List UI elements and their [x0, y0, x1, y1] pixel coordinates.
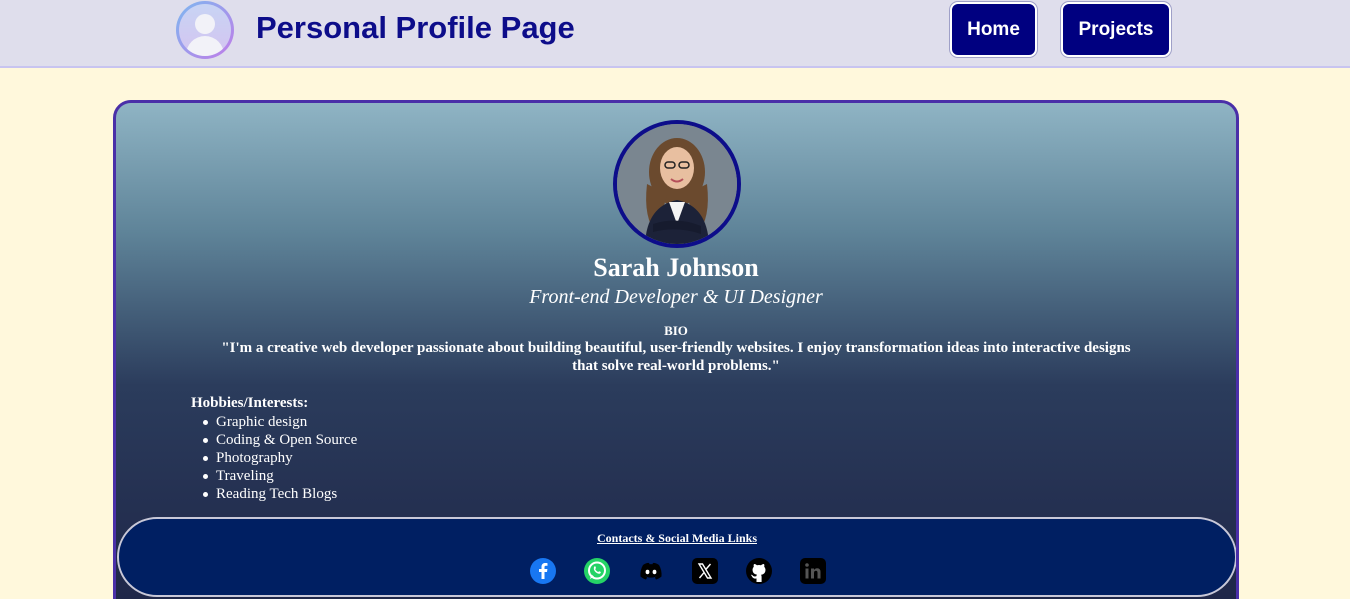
- github-icon[interactable]: [745, 557, 773, 585]
- hobbies-heading: Hobbies/Interests:: [191, 395, 309, 411]
- home-button[interactable]: Home: [950, 2, 1037, 57]
- linkedin-icon[interactable]: [799, 557, 827, 585]
- profile-role: Front-end Developer & UI Designer: [529, 286, 823, 308]
- hobbies-list: Graphic design Coding & Open Source Phot…: [202, 413, 358, 503]
- bio-text: "I'm a creative web developer passionate…: [221, 340, 1131, 374]
- site-title: Personal Profile Page: [256, 10, 575, 45]
- contacts-footer: Contacts & Social Media Links: [117, 517, 1236, 597]
- profile-photo: [613, 120, 741, 248]
- facebook-icon[interactable]: [529, 557, 557, 585]
- contacts-link[interactable]: Contacts & Social Media Links: [119, 531, 1235, 546]
- x-twitter-icon[interactable]: [691, 557, 719, 585]
- list-item: Photography: [202, 449, 357, 467]
- profile-logo-icon: [176, 1, 234, 59]
- projects-button[interactable]: Projects: [1061, 2, 1171, 57]
- list-item: Reading Tech Blogs: [202, 485, 357, 503]
- list-item: Coding & Open Source: [202, 432, 358, 448]
- whatsapp-icon[interactable]: [583, 557, 611, 585]
- profile-name: Sarah Johnson: [593, 253, 759, 282]
- list-item: Graphic design: [202, 413, 357, 431]
- profile-card: Sarah Johnson Front-end Developer & UI D…: [113, 100, 1239, 599]
- bio-heading: BIO: [664, 323, 688, 338]
- discord-icon[interactable]: [637, 557, 665, 585]
- list-item: Traveling: [202, 467, 357, 485]
- top-navbar: Personal Profile Page Home Projects: [0, 0, 1350, 68]
